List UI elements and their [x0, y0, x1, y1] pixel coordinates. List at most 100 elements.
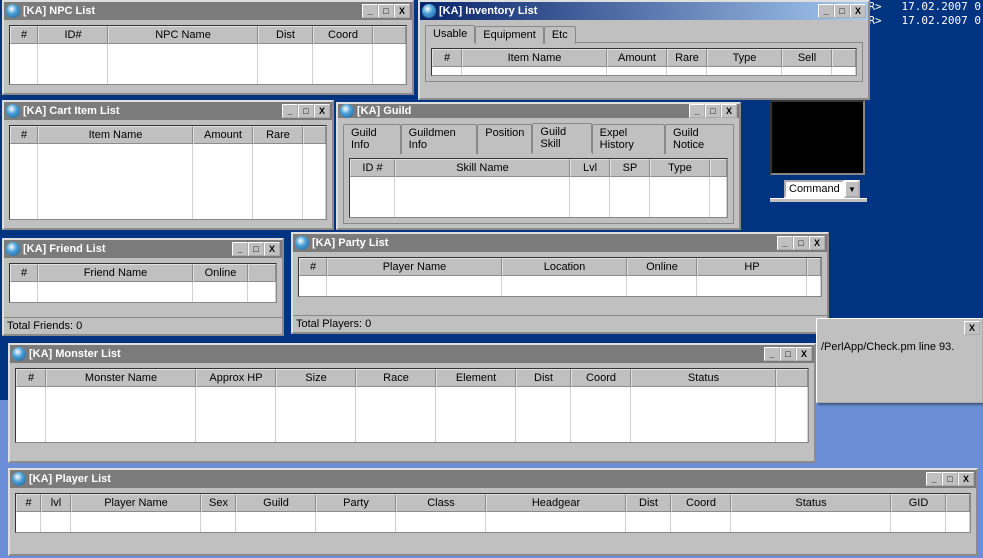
col-coord[interactable]: Coord	[671, 494, 731, 512]
col-id[interactable]: ID#	[38, 26, 108, 44]
tab-guild-info[interactable]: Guild Info	[343, 124, 401, 154]
cart-item-window[interactable]: [KA] Cart Item List _ □ X # Item Name Am…	[2, 100, 334, 230]
col-skillname[interactable]: Skill Name	[395, 159, 570, 177]
close-button[interactable]: X	[958, 472, 974, 486]
col-hp[interactable]: HP	[697, 258, 807, 276]
friend-list-window[interactable]: [KA] Friend List _ □ X # Friend Name Onl…	[2, 238, 284, 336]
col-type[interactable]: Type	[707, 49, 782, 67]
friend-grid[interactable]: # Friend Name Online	[9, 263, 277, 303]
col-num[interactable]: #	[16, 494, 41, 512]
col-num[interactable]: #	[299, 258, 327, 276]
guild-skill-grid[interactable]: ID # Skill Name Lvl SP Type	[349, 158, 728, 218]
close-button[interactable]: X	[264, 242, 280, 256]
minimize-button[interactable]: _	[232, 242, 248, 256]
tab-position[interactable]: Position	[477, 124, 532, 154]
close-button[interactable]: X	[964, 321, 980, 335]
col-size[interactable]: Size	[276, 369, 356, 387]
col-dist[interactable]: Dist	[516, 369, 571, 387]
minimize-button[interactable]: _	[818, 4, 834, 18]
col-guild[interactable]: Guild	[236, 494, 316, 512]
col-sp[interactable]: SP	[610, 159, 650, 177]
close-button[interactable]: X	[721, 104, 737, 118]
col-coord[interactable]: Coord	[313, 26, 373, 44]
maximize-button[interactable]: □	[378, 4, 394, 18]
col-type[interactable]: Type	[650, 159, 710, 177]
close-button[interactable]: X	[314, 104, 330, 118]
col-gid[interactable]: GID	[891, 494, 946, 512]
col-headgear[interactable]: Headgear	[486, 494, 626, 512]
col-location[interactable]: Location	[502, 258, 627, 276]
col-party[interactable]: Party	[316, 494, 396, 512]
col-lvl[interactable]: Lvl	[570, 159, 610, 177]
monster-list-window[interactable]: [KA] Monster List _ □ X # Monster Name A…	[8, 343, 816, 463]
close-button[interactable]: X	[796, 347, 812, 361]
party-grid[interactable]: # Player Name Location Online HP	[298, 257, 822, 297]
minimize-button[interactable]: _	[689, 104, 705, 118]
minimize-button[interactable]: _	[764, 347, 780, 361]
col-playername[interactable]: Player Name	[327, 258, 502, 276]
close-button[interactable]: X	[394, 4, 410, 18]
maximize-button[interactable]: □	[942, 472, 958, 486]
cart-grid[interactable]: # Item Name Amount Rare	[9, 125, 327, 220]
col-approxhp[interactable]: Approx HP	[196, 369, 276, 387]
col-class[interactable]: Class	[396, 494, 486, 512]
close-button[interactable]: X	[850, 4, 866, 18]
maximize-button[interactable]: □	[780, 347, 796, 361]
col-sex[interactable]: Sex	[201, 494, 236, 512]
col-amount[interactable]: Amount	[193, 126, 253, 144]
tab-guild-skill[interactable]: Guild Skill	[532, 123, 591, 153]
minimize-button[interactable]: _	[777, 236, 793, 250]
maximize-button[interactable]: □	[705, 104, 721, 118]
close-button[interactable]: X	[809, 236, 825, 250]
npc-grid[interactable]: # ID# NPC Name Dist Coord	[9, 25, 407, 85]
inventory-grid[interactable]: # Item Name Amount Rare Type Sell	[431, 48, 857, 76]
col-num[interactable]: #	[432, 49, 462, 67]
tab-expel-history[interactable]: Expel History	[592, 124, 665, 154]
col-element[interactable]: Element	[436, 369, 516, 387]
maximize-button[interactable]: □	[298, 104, 314, 118]
npc-list-window[interactable]: [KA] NPC List _ □ X # ID# NPC Name Dist …	[2, 0, 414, 95]
col-lvl[interactable]: lvl	[41, 494, 71, 512]
col-coord[interactable]: Coord	[571, 369, 631, 387]
col-race[interactable]: Race	[356, 369, 436, 387]
col-status[interactable]: Status	[631, 369, 776, 387]
tab-guild-notice[interactable]: Guild Notice	[665, 124, 734, 154]
tab-equipment[interactable]: Equipment	[475, 26, 544, 44]
col-num[interactable]: #	[10, 126, 38, 144]
tab-etc[interactable]: Etc	[544, 26, 576, 44]
command-input[interactable]: Command	[784, 180, 844, 198]
maximize-button[interactable]: □	[834, 4, 850, 18]
minimize-button[interactable]: _	[282, 104, 298, 118]
col-dist[interactable]: Dist	[258, 26, 313, 44]
col-rare[interactable]: Rare	[667, 49, 707, 67]
col-status[interactable]: Status	[731, 494, 891, 512]
col-num[interactable]: #	[10, 26, 38, 44]
dropdown-button[interactable]: ▼	[844, 180, 860, 198]
tab-usable[interactable]: Usable	[425, 25, 475, 43]
col-itemname[interactable]: Item Name	[462, 49, 607, 67]
guild-window[interactable]: [KA] Guild _ □ X Guild Info Guildmen Inf…	[336, 102, 741, 230]
col-sell[interactable]: Sell	[782, 49, 832, 67]
player-list-window[interactable]: [KA] Player List _ □ X # lvl Player Name…	[8, 468, 978, 556]
maximize-button[interactable]: □	[248, 242, 264, 256]
party-list-window[interactable]: [KA] Party List _ □ X # Player Name Loca…	[291, 232, 829, 334]
col-dist[interactable]: Dist	[626, 494, 671, 512]
col-online[interactable]: Online	[627, 258, 697, 276]
col-name[interactable]: NPC Name	[108, 26, 258, 44]
maximize-button[interactable]: □	[793, 236, 809, 250]
minimize-button[interactable]: _	[926, 472, 942, 486]
minimize-button[interactable]: _	[362, 4, 378, 18]
col-friendname[interactable]: Friend Name	[38, 264, 193, 282]
col-itemname[interactable]: Item Name	[38, 126, 193, 144]
col-num[interactable]: #	[16, 369, 46, 387]
col-id[interactable]: ID #	[350, 159, 395, 177]
col-rare[interactable]: Rare	[253, 126, 303, 144]
command-combo[interactable]: Command ▼	[784, 180, 860, 198]
col-num[interactable]: #	[10, 264, 38, 282]
player-grid[interactable]: # lvl Player Name Sex Guild Party Class …	[15, 493, 971, 533]
tab-guildmen-info[interactable]: Guildmen Info	[401, 124, 478, 154]
monster-grid[interactable]: # Monster Name Approx HP Size Race Eleme…	[15, 368, 809, 443]
col-playername[interactable]: Player Name	[71, 494, 201, 512]
col-online[interactable]: Online	[193, 264, 248, 282]
col-amount[interactable]: Amount	[607, 49, 667, 67]
